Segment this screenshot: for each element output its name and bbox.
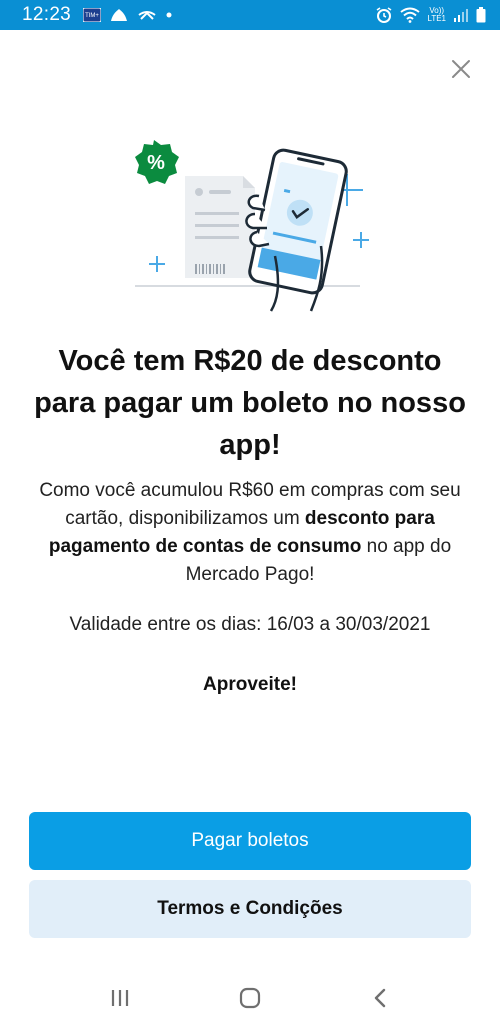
pay-bills-label: Pagar boletos <box>191 830 309 851</box>
recents-button[interactable] <box>100 984 140 1012</box>
volte-indicator: Vo)) LTE1 <box>427 7 446 23</box>
signal-icon <box>453 8 469 22</box>
status-time: 12:23 <box>22 4 72 25</box>
description-text: Como você acumulou R$60 em compras com s… <box>24 477 476 589</box>
boleto-document-icon <box>185 176 255 278</box>
app-notification-icon <box>109 7 129 23</box>
percent-badge-icon: % <box>135 140 179 184</box>
close-button[interactable] <box>446 54 476 84</box>
wifi-icon <box>400 7 421 23</box>
svg-text:TIM+: TIM+ <box>85 13 99 19</box>
status-left-icons: TIM+ <box>83 7 173 23</box>
cheer-text: Aproveite! <box>203 674 297 695</box>
recents-icon <box>111 990 129 1006</box>
alarm-icon <box>375 6 393 24</box>
validity-text: Validade entre os dias: 16/03 a 30/03/20… <box>69 614 431 635</box>
scale-notification-icon <box>137 7 157 23</box>
status-bar: 12:23 TIM+ Vo)) LTE1 <box>0 0 500 30</box>
home-icon <box>239 987 261 1009</box>
terms-button[interactable]: Termos e Condições <box>29 880 471 938</box>
battery-icon <box>476 7 486 23</box>
lte-label: LTE1 <box>427 14 446 23</box>
back-icon <box>374 988 386 1008</box>
terms-label: Termos e Condições <box>157 898 343 919</box>
dot-icon <box>165 11 173 19</box>
page-title: Você tem R$20 de desconto para pagar um … <box>34 345 466 461</box>
home-button[interactable] <box>230 984 270 1012</box>
close-icon <box>452 60 470 78</box>
svg-text:%: % <box>147 152 165 174</box>
discount-illustration: % <box>125 136 375 316</box>
navigation-bar <box>0 968 500 1028</box>
status-right-icons: Vo)) LTE1 <box>375 6 486 24</box>
pay-bills-button[interactable]: Pagar boletos <box>29 812 471 870</box>
phone-icon <box>248 148 348 295</box>
carrier-icon: TIM+ <box>83 8 102 22</box>
back-button[interactable] <box>360 984 400 1012</box>
